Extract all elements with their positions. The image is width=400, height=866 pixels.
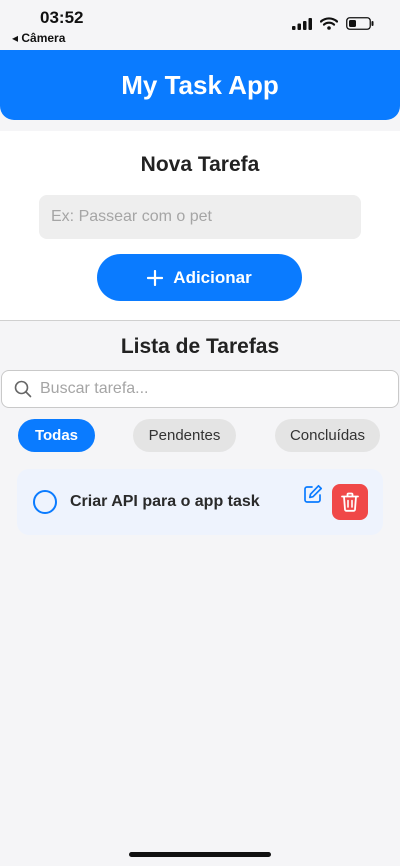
new-task-input[interactable] [39, 195, 361, 239]
status-icons [292, 17, 374, 30]
filter-pendentes[interactable]: Pendentes [133, 419, 236, 452]
trash-icon [341, 492, 359, 512]
home-indicator[interactable] [129, 852, 271, 857]
section-divider [0, 320, 400, 321]
filter-todas-label: Todas [34, 427, 79, 444]
task-complete-checkbox[interactable] [33, 490, 57, 514]
filter-concluidas-label: Concluídas [289, 427, 366, 444]
wifi-icon [320, 17, 338, 30]
task-item: Criar API para o app task [17, 469, 383, 535]
add-task-button[interactable]: Adicionar [97, 254, 302, 301]
filter-todas[interactable]: Todas [18, 419, 95, 452]
delete-task-button[interactable] [332, 484, 368, 520]
search-icon [14, 380, 32, 398]
filter-pendentes-label: Pendentes [148, 427, 221, 444]
back-to-camera-link[interactable]: ◂ Câmera [12, 31, 65, 45]
search-box[interactable] [1, 370, 399, 408]
task-list-title: Lista de Tarefas [120, 335, 280, 358]
edit-icon[interactable] [303, 484, 323, 504]
status-bar: 03:52 ◂ Câmera [0, 0, 400, 46]
add-task-button-label: Adicionar [173, 267, 252, 287]
plus-icon [147, 269, 164, 286]
search-input[interactable] [40, 380, 370, 398]
task-item-text: Criar API para o app task [70, 493, 260, 510]
status-time: 03:52 [40, 8, 84, 27]
filter-concluidas[interactable]: Concluídas [275, 419, 380, 452]
new-task-section: Nova Tarefa Adicionar [0, 131, 400, 320]
battery-icon [346, 17, 374, 30]
cellular-signal-icon [292, 17, 312, 30]
new-task-title: Nova Tarefa [140, 153, 260, 176]
app-title: My Task App [121, 69, 279, 100]
app-header: My Task App [0, 50, 400, 120]
